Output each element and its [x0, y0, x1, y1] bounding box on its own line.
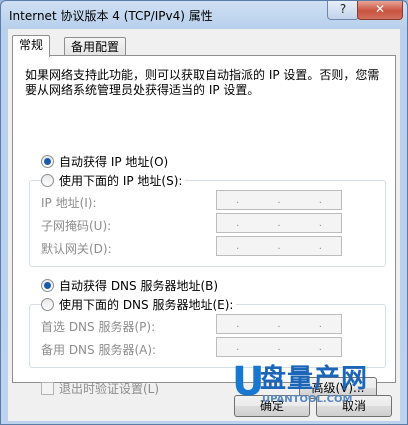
subnet-mask-label: 子网掩码(U):	[41, 219, 112, 233]
manual-ip-radio[interactable]: 使用下面的 IP 地址(S):	[41, 172, 186, 189]
help-button[interactable]: ?	[327, 1, 359, 20]
watermark-logo: U 盘量产网 UPANTOOL.COM	[232, 360, 408, 425]
preferred-dns-label: 首选 DNS 服务器(P):	[41, 320, 156, 334]
ip-address-field[interactable]: ...	[216, 190, 342, 210]
auto-ip-radio[interactable]: 自动获得 IP 地址(O)	[41, 153, 168, 170]
alternate-dns-field[interactable]: ...	[216, 337, 342, 357]
auto-ip-radio-dot[interactable]	[41, 155, 54, 168]
alternate-dns-label: 备用 DNS 服务器(A):	[41, 343, 157, 357]
auto-dns-radio-dot[interactable]	[41, 279, 54, 292]
auto-dns-label: 自动获得 DNS 服务器地址(B)	[59, 279, 219, 293]
auto-ip-label: 自动获得 IP 地址(O)	[59, 155, 169, 169]
ip-address-label: IP 地址(I):	[41, 196, 97, 210]
subnet-mask-field[interactable]: ...	[216, 213, 342, 233]
validate-settings-label: 退出时验证设置(L)	[59, 382, 160, 396]
auto-dns-radio[interactable]: 自动获得 DNS 服务器地址(B)	[41, 277, 218, 294]
manual-ip-radio-dot[interactable]	[41, 174, 54, 187]
manual-dns-radio[interactable]: 使用下面的 DNS 服务器地址(E):	[41, 296, 237, 313]
description-text: 如果网络支持此功能，则可以获取自动指派的 IP 设置。否则，您需要从网络系统管理…	[25, 68, 380, 97]
validate-checkbox-box[interactable]	[41, 382, 54, 395]
title-bar[interactable]: Internet 协议版本 4 (TCP/IPv4) 属性 ? ✕	[1, 1, 407, 27]
preferred-dns-field[interactable]: ...	[216, 314, 342, 334]
default-gateway-field[interactable]: ...	[216, 236, 342, 256]
watermark-text: 盘量产网	[260, 364, 369, 394]
close-button[interactable]: ✕	[357, 1, 403, 20]
watermark-url: UPANTOOL.COM	[262, 394, 353, 405]
manual-ip-label: 使用下面的 IP 地址(S):	[59, 174, 183, 188]
tab-general[interactable]: 常规	[12, 35, 51, 57]
dialog-title: Internet 协议版本 4 (TCP/IPv4) 属性	[9, 9, 213, 23]
validate-settings-checkbox[interactable]: 退出时验证设置(L)	[41, 380, 159, 397]
general-panel: 如果网络支持此功能，则可以获取自动指派的 IP 设置。否则，您需要从网络系统管理…	[12, 55, 396, 399]
default-gateway-label: 默认网关(D):	[41, 242, 112, 256]
manual-dns-label: 使用下面的 DNS 服务器地址(E):	[59, 298, 234, 312]
manual-dns-radio-dot[interactable]	[41, 298, 54, 311]
tab-alternate-config[interactable]: 备用配置	[64, 37, 127, 56]
